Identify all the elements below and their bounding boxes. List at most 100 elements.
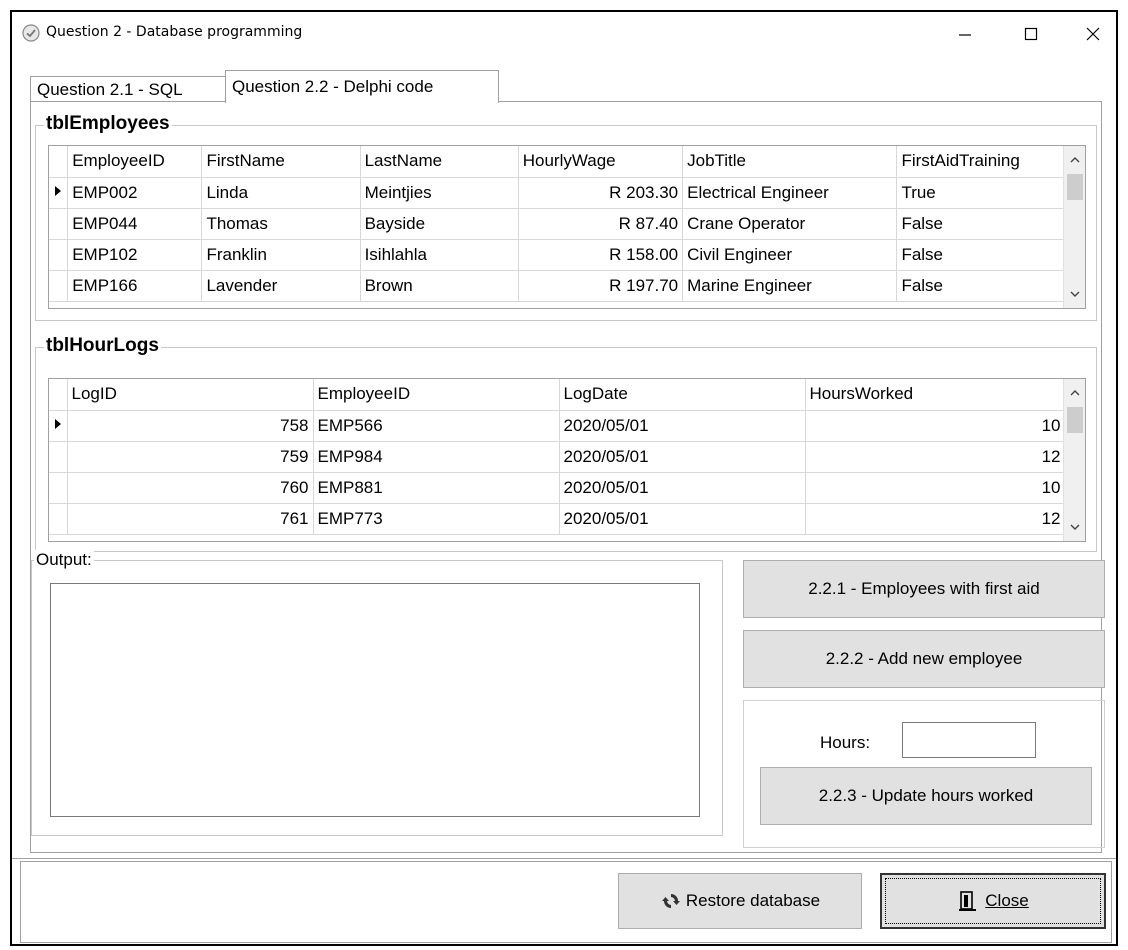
scroll-down-icon[interactable] [1069,521,1081,533]
row-indicator-header [49,146,69,178]
row-pointer-icon [55,418,61,429]
table-cell[interactable]: EMP102 [67,239,203,271]
table-cell[interactable]: R 158.00 [518,239,684,271]
scroll-thumb[interactable] [1067,407,1083,433]
column-header[interactable]: FirstName [201,146,361,178]
column-header[interactable]: HourlyWage [518,146,684,178]
row-indicator-header [49,379,68,411]
table-cell[interactable]: 758 [67,410,314,442]
employees-with-first-aid-button[interactable]: 2.2.1 - Employees with first aid [743,560,1105,618]
table-cell[interactable]: EMP984 [313,441,560,473]
table-cell[interactable]: EMP044 [67,208,203,240]
table-cell[interactable]: Franklin [201,239,361,271]
table-cell[interactable]: EMP773 [313,503,560,535]
table-cell[interactable]: Lavender [201,270,361,302]
output-group: Output: [31,550,723,836]
hourlogs-scrollbar[interactable] [1063,379,1085,541]
table-cell[interactable]: False [896,208,1065,240]
row-indicator [49,270,69,302]
column-header[interactable]: LogID [67,379,314,411]
table-cell[interactable]: EMP002 [67,177,203,209]
table-row[interactable]: 760 EMP881 2020/05/01 10 [49,472,1066,504]
refresh-icon [661,894,680,908]
table-cell[interactable]: 759 [67,441,314,473]
close-button[interactable]: Close [880,873,1106,929]
table-cell[interactable]: EMP566 [313,410,560,442]
table-cell[interactable]: 760 [67,472,314,504]
table-row[interactable]: 761 EMP773 2020/05/01 12 [49,503,1066,535]
minimize-icon [959,34,971,36]
table-row[interactable]: EMP002 Linda Meintjies R 203.30 Electric… [49,177,1065,209]
row-indicator [49,472,68,504]
hours-input[interactable] [902,722,1036,758]
minimize-button[interactable] [942,18,988,50]
column-header[interactable]: HoursWorked [805,379,1066,411]
table-row[interactable]: EMP166 Lavender Brown R 197.70 Marine En… [49,270,1065,302]
table-cell[interactable]: Meintjies [360,177,519,209]
table-cell[interactable]: 761 [67,503,314,535]
table-cell[interactable]: Thomas [201,208,361,240]
table-cell[interactable]: Civil Engineer [682,239,898,271]
output-memo[interactable] [50,583,700,817]
table-cell[interactable]: True [896,177,1065,209]
column-header[interactable]: LogDate [559,379,806,411]
table-cell[interactable]: 2020/05/01 [559,410,806,442]
table-cell[interactable]: Isihlahla [360,239,519,271]
table-cell[interactable]: 2020/05/01 [559,472,806,504]
column-header[interactable]: LastName [360,146,519,178]
restore-database-button[interactable]: Restore database [618,873,862,929]
app-icon [22,24,40,42]
tab-question-2-2[interactable]: Question 2.2 - Delphi code [225,70,499,103]
hourlogs-header-row: LogID EmployeeID LogDate HoursWorked [49,379,1066,411]
tab-question-2-1[interactable]: Question 2.1 - SQL [30,76,226,102]
window-title: Question 2 - Database programming [46,24,303,40]
door-exit-icon [959,891,977,911]
table-cell[interactable]: False [896,239,1065,271]
employees-scrollbar[interactable] [1063,146,1085,308]
table-cell[interactable]: EMP166 [67,270,203,302]
scroll-down-icon[interactable] [1069,288,1081,300]
table-cell[interactable]: Linda [201,177,361,209]
column-header[interactable]: EmployeeID [67,146,203,178]
table-cell[interactable]: 10 [805,472,1066,504]
scroll-up-icon[interactable] [1069,387,1081,399]
button-label: 2.2.3 - Update hours worked [818,786,1034,805]
employees-group: tblEmployees EmployeeID FirstName LastNa… [35,113,1097,321]
column-header[interactable]: EmployeeID [313,379,560,411]
close-window-button[interactable] [1070,18,1116,50]
app-window: Question 2 - Database programming Questi… [10,10,1118,946]
column-header[interactable]: FirstAidTraining [896,146,1065,178]
row-indicator [49,441,68,473]
table-cell[interactable]: Marine Engineer [682,270,898,302]
table-cell[interactable]: 12 [805,503,1066,535]
table-cell[interactable]: 10 [805,410,1066,442]
table-row[interactable]: EMP102 Franklin Isihlahla R 158.00 Civil… [49,239,1065,271]
button-label: 2.2.1 - Employees with first aid [808,579,1040,598]
table-row[interactable]: 759 EMP984 2020/05/01 12 [49,441,1066,473]
table-cell[interactable]: R 87.40 [518,208,684,240]
table-cell[interactable]: Electrical Engineer [682,177,898,209]
table-cell[interactable]: Bayside [360,208,519,240]
table-cell[interactable]: False [896,270,1065,302]
employees-grid[interactable]: EmployeeID FirstName LastName HourlyWage… [48,145,1086,309]
update-hours-worked-button[interactable]: 2.2.3 - Update hours worked [760,767,1092,825]
table-cell[interactable]: R 203.30 [518,177,684,209]
scroll-thumb[interactable] [1067,174,1083,200]
table-cell[interactable]: Crane Operator [682,208,898,240]
hourlogs-grid[interactable]: LogID EmployeeID LogDate HoursWorked 758… [48,378,1086,542]
maximize-button[interactable] [1008,18,1054,50]
table-cell[interactable]: Brown [360,270,519,302]
table-cell[interactable]: EMP881 [313,472,560,504]
table-row[interactable]: EMP044 Thomas Bayside R 87.40 Crane Oper… [49,208,1065,240]
table-cell[interactable]: 12 [805,441,1066,473]
table-cell[interactable]: 2020/05/01 [559,503,806,535]
hours-label: Hours: [820,733,871,752]
add-new-employee-button[interactable]: 2.2.2 - Add new employee [743,630,1105,688]
row-indicator [49,239,69,271]
employees-group-title: tblEmployees [44,113,172,135]
scroll-up-icon[interactable] [1069,154,1081,166]
table-cell[interactable]: R 197.70 [518,270,684,302]
table-cell[interactable]: 2020/05/01 [559,441,806,473]
table-row[interactable]: 758 EMP566 2020/05/01 10 [49,410,1066,442]
column-header[interactable]: JobTitle [682,146,898,178]
